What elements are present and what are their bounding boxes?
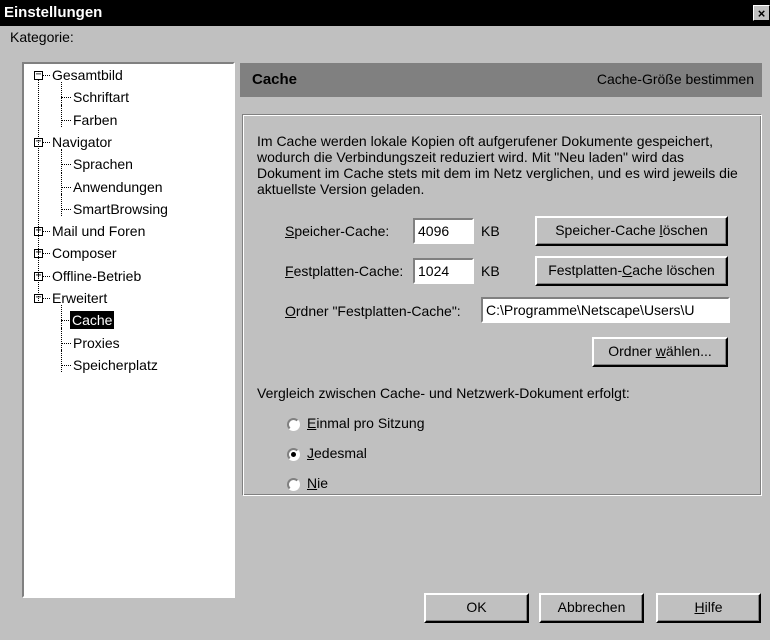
tree-connector xyxy=(61,97,71,99)
close-button[interactable]: × xyxy=(753,5,770,21)
clear-disk-cache-button[interactable]: Festplatten-Cache löschen xyxy=(535,256,728,286)
tree-item[interactable]: Schriftart xyxy=(24,82,229,106)
tree-connector xyxy=(38,80,39,303)
window-title: Einstellungen xyxy=(4,4,103,21)
compare-option[interactable]: Nie xyxy=(287,475,487,495)
radio-checked-icon[interactable] xyxy=(287,448,300,461)
compare-option-label: Jedesmal xyxy=(307,445,367,461)
tree-connector xyxy=(61,186,71,188)
disk-cache-unit: KB xyxy=(481,263,500,279)
tree-connector xyxy=(61,171,62,194)
tree-item[interactable]: Proxies xyxy=(24,327,229,352)
disk-cache-label: Festplatten-Cache: xyxy=(285,263,404,279)
cancel-button[interactable]: Abbrechen xyxy=(539,593,644,623)
memory-cache-label: Speicher-Cache: xyxy=(285,223,390,239)
compare-label: Vergleich zwischen Cache- und Netzwerk-D… xyxy=(257,385,630,401)
close-icon: × xyxy=(757,6,766,21)
panel-subtitle: Cache-Größe bestimmen xyxy=(596,71,754,87)
tree-item-label: Offline-Betrieb xyxy=(52,267,142,284)
tree-item[interactable]: − Gesamtbild xyxy=(24,66,229,84)
tree-item-label: Sprachen xyxy=(73,156,133,173)
tree-connector xyxy=(61,305,62,328)
tree-item[interactable]: Cache xyxy=(24,305,229,330)
compare-option[interactable]: Einmal pro Sitzung xyxy=(287,415,487,435)
tree-connector xyxy=(61,119,71,121)
tree-item-label: Schriftart xyxy=(73,89,130,106)
tree-connector xyxy=(61,349,62,373)
tree-connector xyxy=(43,141,50,143)
tree-connector xyxy=(43,253,50,255)
tree-connector xyxy=(61,193,62,217)
tree-item-label: Composer xyxy=(52,245,117,262)
tree-item[interactable]: SmartBrowsing xyxy=(24,193,229,218)
ok-button[interactable]: OK xyxy=(424,593,529,623)
tree-item-label: SmartBrowsing xyxy=(73,200,168,217)
tree-connector xyxy=(61,82,62,105)
tree-connector xyxy=(61,164,71,166)
tree-connector xyxy=(61,149,62,172)
cache-settings-group: Im Cache werden lokale Kopien oft aufger… xyxy=(242,114,762,496)
tree-connector xyxy=(43,75,50,76)
memory-cache-input[interactable]: 4096 xyxy=(413,218,474,244)
tree-connector xyxy=(61,342,71,344)
tree-item[interactable]: + Offline-Betrieb xyxy=(24,267,229,285)
tree-item-label: Speicherplatz xyxy=(73,356,158,373)
tree-item[interactable]: Sprachen xyxy=(24,149,229,173)
tree-item[interactable]: Speicherplatz xyxy=(24,349,229,374)
tree-connector xyxy=(43,231,50,233)
disk-cache-input[interactable]: 1024 xyxy=(413,258,474,284)
title-bar: Einstellungen × xyxy=(0,0,770,26)
compare-option-label: Nie xyxy=(307,475,329,491)
panel-title: Cache xyxy=(252,71,298,88)
folder-path-input[interactable]: C:\Programme\Netscape\Users\U xyxy=(481,297,730,323)
clear-memory-cache-button[interactable]: Speicher-Cache löschen xyxy=(535,216,728,246)
tree-connector xyxy=(61,364,71,366)
tree-item[interactable]: − Navigator xyxy=(24,133,229,151)
tree-item[interactable]: + Mail und Foren xyxy=(24,222,229,240)
tree-connector xyxy=(61,327,62,350)
collapse-icon[interactable]: − xyxy=(34,70,43,80)
tree-item-label: Mail und Foren xyxy=(52,223,146,240)
radio-dot-icon xyxy=(291,452,296,457)
tree-item[interactable]: Anwendungen xyxy=(24,171,229,196)
tree-item-label: Anwendungen xyxy=(73,178,163,195)
tree-connector xyxy=(43,298,50,299)
tree-connector xyxy=(43,275,50,277)
memory-cache-unit: KB xyxy=(481,223,500,239)
tree-connector xyxy=(61,208,71,210)
radio-unchecked-icon[interactable] xyxy=(287,478,300,491)
tree-item-label: Farben xyxy=(73,111,118,128)
category-tree[interactable]: − Gesamtbild Schriftart Farben − Navigator Spr… xyxy=(22,62,235,598)
tree-item[interactable]: − Erweitert xyxy=(24,289,229,307)
tree-item-label: Proxies xyxy=(73,334,120,351)
tree-item[interactable]: + Composer xyxy=(24,244,229,262)
choose-folder-button[interactable]: Ordner wählen... xyxy=(592,337,728,367)
compare-option[interactable]: Jedesmal xyxy=(287,445,487,465)
tree-item-label-selected: Cache xyxy=(70,311,115,330)
radio-unchecked-icon[interactable] xyxy=(287,418,300,431)
tree-item-label: Navigator xyxy=(52,133,112,150)
tree-connector xyxy=(61,104,62,127)
panel-header: Cache Cache-Größe bestimmen xyxy=(240,63,762,97)
folder-label: Ordner "Festplatten-Cache": xyxy=(285,303,461,319)
tree-item-label: Erweitert xyxy=(52,290,108,306)
category-label: Kategorie: xyxy=(10,29,74,45)
tree-item-label: Gesamtbild xyxy=(52,67,123,83)
tree-item[interactable]: Farben xyxy=(24,104,229,129)
cache-description: Im Cache werden lokale Kopien oft aufger… xyxy=(257,133,738,197)
help-button[interactable]: Hilfe xyxy=(656,593,761,623)
compare-option-label: Einmal pro Sitzung xyxy=(307,415,425,431)
